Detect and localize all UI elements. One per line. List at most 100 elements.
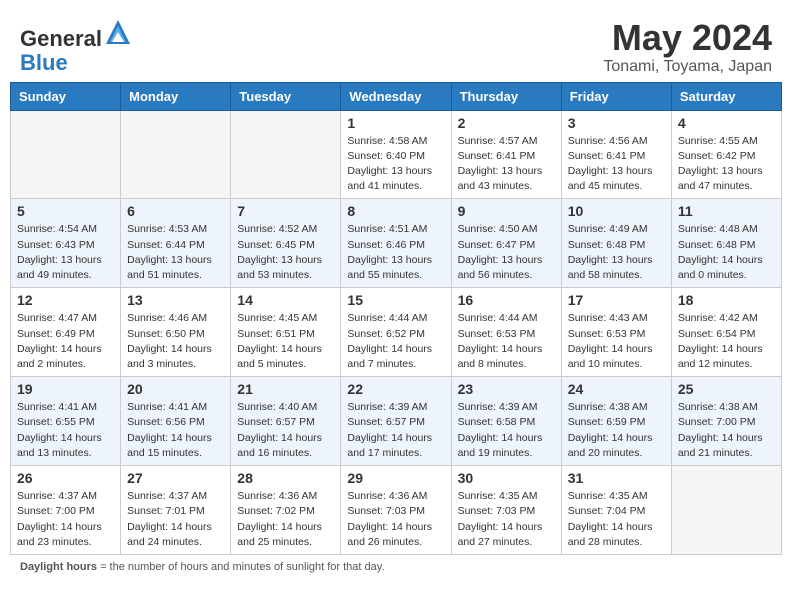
day-number: 18: [678, 292, 775, 308]
calendar-cell: 12 Sunrise: 4:47 AMSunset: 6:49 PMDayligh…: [11, 288, 121, 377]
calendar-cell: [11, 110, 121, 199]
day-info: Sunrise: 4:50 AMSunset: 6:47 PMDaylight:…: [458, 222, 555, 283]
day-number: 28: [237, 470, 334, 486]
day-number: 4: [678, 115, 775, 131]
calendar-cell: 23 Sunrise: 4:39 AMSunset: 6:58 PMDayligh…: [451, 377, 561, 466]
day-number: 9: [458, 203, 555, 219]
day-number: 6: [127, 203, 224, 219]
day-number: 1: [347, 115, 444, 131]
day-number: 12: [17, 292, 114, 308]
day-info: Sunrise: 4:44 AMSunset: 6:53 PMDaylight:…: [458, 311, 555, 372]
day-info: Sunrise: 4:41 AMSunset: 6:56 PMDaylight:…: [127, 400, 224, 461]
calendar-cell: 29 Sunrise: 4:36 AMSunset: 7:03 PMDayligh…: [341, 466, 451, 555]
day-number: 21: [237, 381, 334, 397]
weekday-wednesday: Wednesday: [341, 82, 451, 110]
day-number: 3: [568, 115, 665, 131]
calendar-cell: 4 Sunrise: 4:55 AMSunset: 6:42 PMDaylight…: [671, 110, 781, 199]
day-number: 15: [347, 292, 444, 308]
day-info: Sunrise: 4:45 AMSunset: 6:51 PMDaylight:…: [237, 311, 334, 372]
calendar-cell: 16Sunrise: 4:44 AMSunset: 6:53 PMDayligh…: [451, 288, 561, 377]
day-info: Sunrise: 4:37 AMSunset: 7:01 PMDaylight:…: [127, 489, 224, 550]
calendar-cell: 30 Sunrise: 4:35 AMSunset: 7:03 PMDayligh…: [451, 466, 561, 555]
day-info: Sunrise: 4:51 AMSunset: 6:46 PMDaylight:…: [347, 222, 444, 283]
calendar-cell: 20 Sunrise: 4:41 AMSunset: 6:56 PMDayligh…: [121, 377, 231, 466]
day-info: Sunrise: 4:55 AMSunset: 6:42 PMDaylight:…: [678, 134, 775, 195]
day-info: Sunrise: 4:36 AMSunset: 7:03 PMDaylight:…: [347, 489, 444, 550]
week-row-4: 19Sunrise: 4:41 AMSunset: 6:55 PMDayligh…: [11, 377, 782, 466]
day-info: Sunrise: 4:38 AMSunset: 7:00 PMDaylight:…: [678, 400, 775, 461]
logo: General Blue: [20, 18, 132, 75]
calendar-cell: 26 Sunrise: 4:37 AMSunset: 7:00 PMDayligh…: [11, 466, 121, 555]
day-number: 19: [17, 381, 114, 397]
day-info: Sunrise: 4:38 AMSunset: 6:59 PMDaylight:…: [568, 400, 665, 461]
calendar-cell: 11 Sunrise: 4:48 AMSunset: 6:48 PMDayligh…: [671, 199, 781, 288]
day-number: 5: [17, 203, 114, 219]
day-number: 11: [678, 203, 775, 219]
day-number: 17: [568, 292, 665, 308]
calendar-cell: 13Sunrise: 4:46 AMSunset: 6:50 PMDayligh…: [121, 288, 231, 377]
day-number: 31: [568, 470, 665, 486]
calendar-cell: 18 Sunrise: 4:42 AMSunset: 6:54 PMDayligh…: [671, 288, 781, 377]
calendar-cell: 7 Sunrise: 4:52 AMSunset: 6:45 PMDaylight…: [231, 199, 341, 288]
day-info: Sunrise: 4:37 AMSunset: 7:00 PMDaylight:…: [17, 489, 114, 550]
day-number: 23: [458, 381, 555, 397]
day-number: 7: [237, 203, 334, 219]
day-info: Sunrise: 4:48 AMSunset: 6:48 PMDaylight:…: [678, 222, 775, 283]
calendar-cell: 25 Sunrise: 4:38 AMSunset: 7:00 PMDayligh…: [671, 377, 781, 466]
weekday-tuesday: Tuesday: [231, 82, 341, 110]
calendar-cell: 10Sunrise: 4:49 AMSunset: 6:48 PMDayligh…: [561, 199, 671, 288]
day-number: 29: [347, 470, 444, 486]
weekday-thursday: Thursday: [451, 82, 561, 110]
logo-general: General: [20, 26, 102, 51]
title-block: May 2024 Tonami, Toyama, Japan: [603, 18, 772, 76]
calendar-cell: 22Sunrise: 4:39 AMSunset: 6:57 PMDayligh…: [341, 377, 451, 466]
day-info: Sunrise: 4:57 AMSunset: 6:41 PMDaylight:…: [458, 134, 555, 195]
day-info: Sunrise: 4:49 AMSunset: 6:48 PMDaylight:…: [568, 222, 665, 283]
logo-icon: [104, 18, 132, 46]
calendar-cell: 6 Sunrise: 4:53 AMSunset: 6:44 PMDaylight…: [121, 199, 231, 288]
day-number: 13: [127, 292, 224, 308]
day-info: Sunrise: 4:42 AMSunset: 6:54 PMDaylight:…: [678, 311, 775, 372]
day-number: 2: [458, 115, 555, 131]
weekday-saturday: Saturday: [671, 82, 781, 110]
logo-blue: Blue: [20, 50, 68, 75]
day-info: Sunrise: 4:39 AMSunset: 6:58 PMDaylight:…: [458, 400, 555, 461]
calendar-cell: 17 Sunrise: 4:43 AMSunset: 6:53 PMDayligh…: [561, 288, 671, 377]
calendar-cell: 14 Sunrise: 4:45 AMSunset: 6:51 PMDayligh…: [231, 288, 341, 377]
day-info: Sunrise: 4:47 AMSunset: 6:49 PMDaylight:…: [17, 311, 114, 372]
day-number: 20: [127, 381, 224, 397]
week-row-3: 12 Sunrise: 4:47 AMSunset: 6:49 PMDayligh…: [11, 288, 782, 377]
daylight-label: Daylight hours: [20, 561, 97, 573]
day-info: Sunrise: 4:56 AMSunset: 6:41 PMDaylight:…: [568, 134, 665, 195]
month-title: May 2024: [603, 18, 772, 58]
calendar-cell: 24 Sunrise: 4:38 AMSunset: 6:59 PMDayligh…: [561, 377, 671, 466]
calendar-cell: 28Sunrise: 4:36 AMSunset: 7:02 PMDayligh…: [231, 466, 341, 555]
day-number: 27: [127, 470, 224, 486]
day-number: 30: [458, 470, 555, 486]
week-row-5: 26 Sunrise: 4:37 AMSunset: 7:00 PMDayligh…: [11, 466, 782, 555]
day-info: Sunrise: 4:35 AMSunset: 7:04 PMDaylight:…: [568, 489, 665, 550]
day-info: Sunrise: 4:53 AMSunset: 6:44 PMDaylight:…: [127, 222, 224, 283]
calendar-cell: [231, 110, 341, 199]
calendar-cell: 3 Sunrise: 4:56 AMSunset: 6:41 PMDaylight…: [561, 110, 671, 199]
calendar-cell: 15Sunrise: 4:44 AMSunset: 6:52 PMDayligh…: [341, 288, 451, 377]
day-info: Sunrise: 4:58 AMSunset: 6:40 PMDaylight:…: [347, 134, 444, 195]
day-number: 24: [568, 381, 665, 397]
calendar-cell: 9 Sunrise: 4:50 AMSunset: 6:47 PMDaylight…: [451, 199, 561, 288]
calendar-cell: [671, 466, 781, 555]
day-number: 25: [678, 381, 775, 397]
calendar-cell: [121, 110, 231, 199]
day-info: Sunrise: 4:39 AMSunset: 6:57 PMDaylight:…: [347, 400, 444, 461]
day-info: Sunrise: 4:35 AMSunset: 7:03 PMDaylight:…: [458, 489, 555, 550]
day-number: 8: [347, 203, 444, 219]
calendar-cell: 5Sunrise: 4:54 AMSunset: 6:43 PMDaylight…: [11, 199, 121, 288]
day-number: 26: [17, 470, 114, 486]
calendar-cell: 31 Sunrise: 4:35 AMSunset: 7:04 PMDayligh…: [561, 466, 671, 555]
calendar-cell: 2 Sunrise: 4:57 AMSunset: 6:41 PMDaylight…: [451, 110, 561, 199]
day-info: Sunrise: 4:40 AMSunset: 6:57 PMDaylight:…: [237, 400, 334, 461]
day-info: Sunrise: 4:52 AMSunset: 6:45 PMDaylight:…: [237, 222, 334, 283]
day-number: 14: [237, 292, 334, 308]
day-info: Sunrise: 4:43 AMSunset: 6:53 PMDaylight:…: [568, 311, 665, 372]
weekday-monday: Monday: [121, 82, 231, 110]
calendar-cell: 19Sunrise: 4:41 AMSunset: 6:55 PMDayligh…: [11, 377, 121, 466]
